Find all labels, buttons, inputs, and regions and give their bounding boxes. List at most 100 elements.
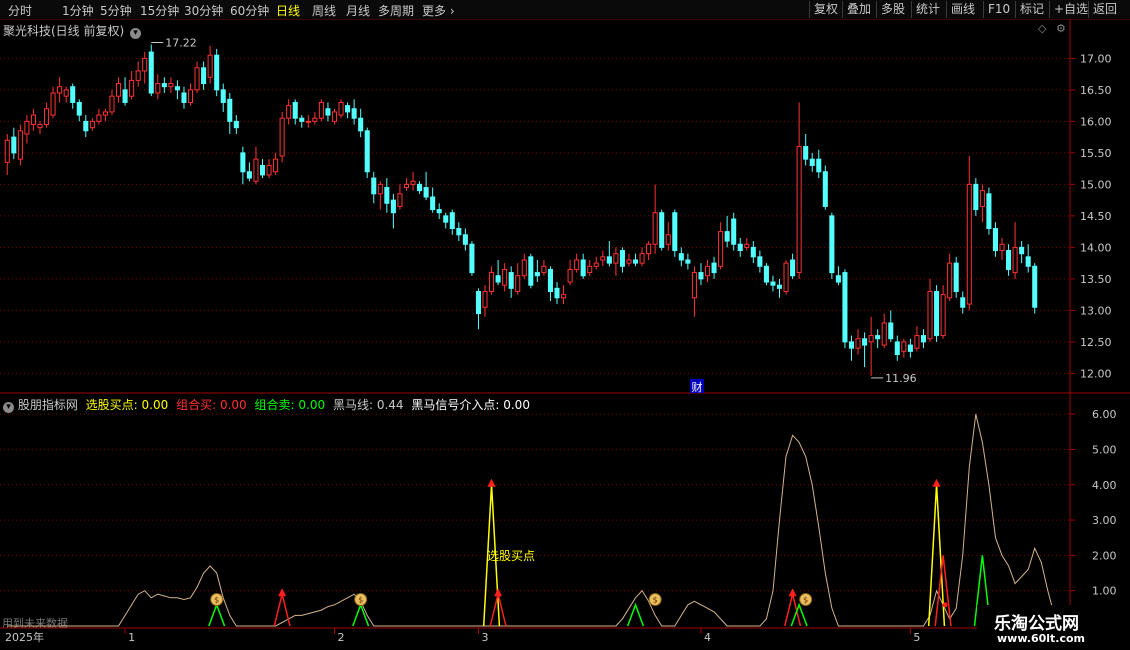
candle-body: [646, 243, 652, 255]
max-price-label: 17.22: [165, 36, 197, 49]
candle-body: [495, 275, 501, 283]
candle-body: [907, 344, 913, 352]
candle-body: [122, 89, 128, 103]
candle-body: [920, 335, 927, 343]
candle-body: [737, 243, 743, 252]
indicator-tick-label: 6.00: [1092, 408, 1117, 421]
candle-body: [757, 256, 763, 267]
candle-body: [30, 114, 36, 126]
candle-body: [37, 124, 43, 129]
candle-body: [966, 183, 972, 305]
candle-body: [927, 290, 933, 340]
candle-body: [63, 89, 69, 97]
candle-body: [358, 117, 364, 132]
candle-body: [502, 268, 508, 286]
finance-marker-text: 财: [692, 380, 703, 394]
signal-spike: [482, 484, 501, 627]
candle-body: [796, 146, 802, 274]
candle-body: [109, 95, 115, 113]
candle-body: [718, 231, 724, 267]
candle-body: [986, 193, 992, 229]
candle-body: [489, 272, 495, 292]
candle-body: [934, 290, 940, 337]
candle-body: [214, 54, 220, 91]
candle-body: [462, 234, 468, 245]
candle-body: [50, 92, 56, 116]
chart-canvas[interactable]: 12.0012.5013.0013.5014.0014.5015.0015.50…: [0, 0, 1130, 650]
candle-body: [299, 117, 305, 122]
time-axis-month: 1: [128, 631, 135, 644]
buy-arrow-icon: [932, 478, 941, 487]
candle-body: [829, 215, 835, 274]
candle-body: [102, 111, 108, 116]
buy-arrow-icon: [278, 588, 287, 597]
candle-body: [76, 101, 82, 116]
y-tick-label: 16.00: [1080, 115, 1112, 128]
candle-body: [783, 262, 789, 292]
candle-body: [639, 253, 645, 264]
indicator-tick-label: 3.00: [1092, 514, 1117, 527]
candle-body: [541, 265, 547, 274]
candle-body: [384, 187, 390, 204]
candle-body: [155, 83, 161, 94]
candle-body: [587, 265, 593, 274]
candle-body: [345, 105, 351, 113]
candle-body: [240, 152, 246, 173]
signal-spike: [273, 594, 291, 627]
candle-body: [96, 114, 102, 122]
candle-body: [194, 67, 200, 91]
candle-body: [148, 51, 154, 94]
candle-body: [724, 231, 730, 242]
y-tick-label: 17.00: [1080, 52, 1112, 65]
candle-body: [1032, 265, 1038, 308]
y-tick-label: 15.00: [1080, 178, 1112, 191]
y-tick-label: 16.50: [1080, 84, 1112, 97]
candle-body: [547, 268, 553, 292]
candle-body: [168, 83, 174, 88]
candle-body: [600, 256, 606, 261]
candle-body: [403, 183, 410, 189]
candle-body: [1006, 250, 1012, 270]
candle-body: [770, 281, 776, 286]
candle-body: [665, 234, 671, 245]
candle-body: [1019, 246, 1025, 255]
candle-body: [606, 256, 612, 264]
candle-body: [678, 253, 684, 261]
y-tick-label: 14.50: [1080, 210, 1112, 223]
candle-body: [390, 199, 396, 214]
time-axis-month: 5: [913, 631, 920, 644]
candle-body: [4, 139, 10, 163]
y-tick-label: 15.50: [1080, 147, 1112, 160]
candle-body: [744, 243, 750, 248]
time-axis-year: 2025年: [5, 630, 44, 644]
candle-body: [44, 108, 50, 126]
candle-body: [619, 250, 625, 267]
candle-body: [862, 338, 868, 346]
candle-body: [979, 190, 985, 207]
candle-body: [613, 253, 619, 264]
candle-body: [423, 187, 429, 198]
candle-body: [940, 294, 946, 337]
candle-body: [351, 108, 357, 119]
candle-body: [443, 215, 449, 223]
candle-body: [704, 265, 711, 277]
candle-body: [207, 54, 213, 78]
money-bag-symbol: $: [214, 596, 219, 605]
candle-body: [201, 67, 207, 85]
candle-body: [659, 212, 665, 248]
candle-body: [973, 183, 979, 211]
candle-body: [279, 117, 285, 157]
candle-body: [685, 259, 691, 264]
candle-body: [1025, 256, 1031, 267]
candle-body: [960, 297, 966, 308]
watermark: 乐淘公式网 www.60lt.com: [977, 605, 1130, 650]
candle-body: [672, 212, 678, 252]
candle-body: [567, 268, 573, 283]
candle-body: [449, 212, 455, 229]
candle-body: [456, 227, 462, 236]
candle-body: [469, 243, 475, 274]
candle-body: [129, 79, 135, 97]
time-axis-month: 3: [481, 631, 488, 644]
candle-body: [135, 70, 141, 81]
candle-body: [632, 259, 639, 264]
